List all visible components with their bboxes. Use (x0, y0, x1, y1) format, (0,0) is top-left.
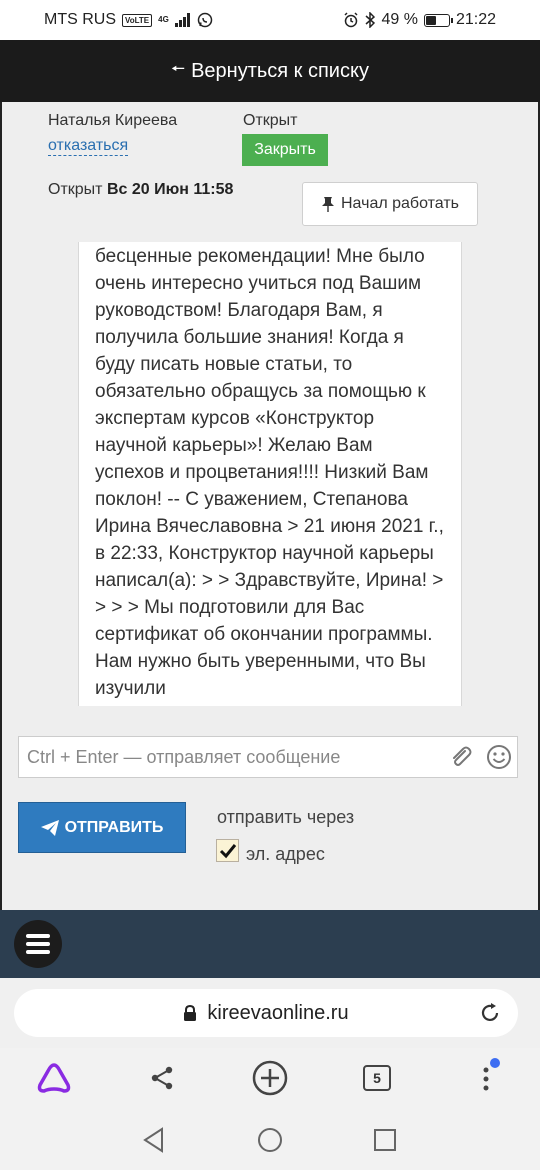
battery-icon (423, 13, 453, 27)
plus-circle-icon (252, 1060, 288, 1096)
ticket-header: Наталья Киреева отказаться Открыт Закрыт… (0, 102, 540, 242)
message-input-wrapper (18, 736, 518, 778)
whatsapp-icon (197, 12, 213, 28)
notification-dot (490, 1058, 500, 1068)
volte-badge: VoLTE (122, 13, 153, 27)
hamburger-line (26, 934, 50, 938)
ticket-author: Наталья Киреева (48, 112, 178, 129)
back-nav-button[interactable] (140, 1126, 168, 1154)
paperclip-icon[interactable] (449, 745, 473, 769)
email-option-label: эл. адрес (246, 844, 325, 864)
battery-fill (425, 15, 436, 25)
alarm-icon (344, 12, 359, 28)
browser-address-zone: kireevaonline.ru (0, 978, 540, 1048)
email-checkbox[interactable] (216, 839, 239, 862)
back-to-list-link[interactable]: 🠔 Вернуться к списку (0, 40, 540, 102)
status-bar: MTS RUS VoLTE 4G 49 % 21:22 (0, 0, 540, 40)
arrow-left-icon: 🠔 (171, 60, 186, 78)
paper-plane-icon (40, 819, 59, 836)
carrier-name: MTS RUS (44, 11, 116, 28)
share-button[interactable] (142, 1058, 182, 1098)
message-thread[interactable]: бесценные рекомендации! Мне было очень и… (0, 242, 540, 706)
start-work-label: Начал работать (341, 195, 459, 212)
message-input[interactable] (19, 737, 439, 777)
signal-icon (174, 13, 190, 27)
recents-square-icon (374, 1129, 396, 1151)
bluetooth-icon (365, 12, 376, 28)
system-nav-bar (0, 1110, 540, 1170)
send-button[interactable]: ОТПРАВИТЬ (18, 802, 186, 853)
battery-percent: 49 % (381, 11, 418, 28)
close-ticket-button[interactable]: Закрыть (242, 134, 328, 166)
back-to-list-label: Вернуться к списку (191, 59, 369, 82)
status-left: MTS RUS VoLTE 4G (44, 11, 213, 29)
more-menu-button[interactable] (466, 1058, 506, 1098)
new-tab-button[interactable] (250, 1058, 290, 1098)
tabs-button[interactable]: 5 (357, 1058, 397, 1098)
share-icon (151, 1066, 173, 1090)
more-vertical-icon (483, 1067, 489, 1091)
clock: 21:22 (455, 11, 496, 28)
recents-nav-button[interactable] (371, 1126, 399, 1154)
status-right: 49 % 21:22 (343, 11, 496, 29)
home-circle-icon (258, 1128, 282, 1152)
compose-panel: ОТПРАВИТЬ отправить через эл. адрес (0, 706, 540, 910)
checkmark-icon (219, 843, 236, 858)
opened-date: Вс 20 Июн 11:58 (106, 181, 234, 198)
home-nav-button[interactable] (256, 1126, 284, 1154)
url-text: kireevaonline.ru (207, 1001, 349, 1024)
message-text: бесценные рекомендации! Мне было очень и… (95, 246, 444, 699)
send-via-label: отправить через (217, 807, 355, 827)
start-work-button[interactable]: Начал работать (302, 182, 478, 226)
opened-prefix: Открыт (48, 181, 103, 198)
emoji-icon[interactable] (486, 744, 512, 770)
site-menu-bar (0, 910, 540, 978)
back-triangle-icon (143, 1127, 163, 1153)
lock-icon (184, 1005, 197, 1021)
hamburger-line (26, 942, 50, 946)
hamburger-line (26, 950, 50, 954)
browser-toolbar: 5 (0, 1048, 540, 1110)
alice-icon (37, 1063, 71, 1093)
send-button-label: ОТПРАВИТЬ (64, 818, 164, 836)
alice-button[interactable] (34, 1058, 74, 1098)
network-type: 4G (158, 15, 169, 24)
refuse-link[interactable]: отказаться (48, 137, 129, 156)
opened-info: Открыт Вс 20 Июн 11:58 (48, 181, 233, 199)
hamburger-menu-button[interactable] (14, 920, 62, 968)
address-bar[interactable]: kireevaonline.ru (14, 989, 518, 1037)
tabs-count: 5 (363, 1065, 391, 1091)
pin-icon (322, 197, 334, 212)
ticket-status: Открыт (243, 112, 298, 129)
reload-icon[interactable] (478, 1001, 502, 1025)
message-card: бесценные рекомендации! Мне было очень и… (78, 242, 462, 706)
